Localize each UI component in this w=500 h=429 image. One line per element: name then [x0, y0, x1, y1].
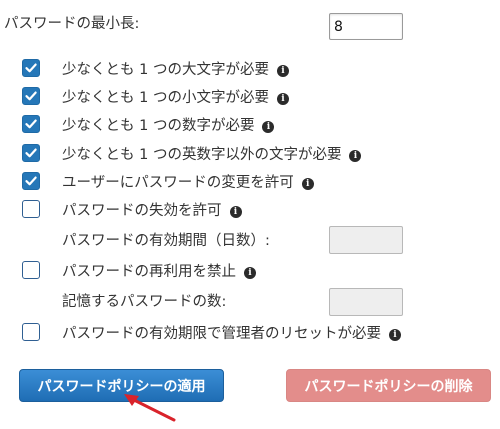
info-icon[interactable]: i [389, 328, 401, 341]
checkmark-icon [25, 63, 37, 73]
rule-symbol-checkbox[interactable] [22, 144, 40, 162]
info-icon[interactable]: i [229, 205, 242, 218]
rule-symbol-label: 少なくとも 1 つの英数字以外の文字が必要 i [62, 143, 362, 164]
info-icon[interactable]: i [276, 64, 289, 77]
rule-uppercase-checkbox[interactable] [22, 59, 40, 77]
rule-number-checkbox[interactable] [22, 115, 40, 133]
min-length-label: パスワードの最小長: [4, 16, 140, 32]
info-icon[interactable]: i [301, 177, 314, 190]
info-icon[interactable]: i [349, 149, 362, 162]
checkmark-icon [25, 91, 37, 101]
delete-policy-button[interactable]: パスワードポリシーの削除 [286, 369, 491, 402]
rule-allow-change-checkbox[interactable] [22, 172, 40, 190]
min-length-input[interactable] [329, 13, 403, 40]
password-policy-form: パスワードの最小長: 少なくとも 1 つの大文字が必要i 少なくとも 1 つの小… [0, 0, 500, 429]
checkmark-icon [25, 176, 37, 186]
rule-admin-reset-label: パスワードの有効期限で管理者のリセットが必要 i [62, 322, 401, 343]
remember-count-input[interactable] [329, 288, 403, 316]
checkmark-icon [25, 119, 37, 129]
expiration-period-label: パスワードの有効期間（日数）: [62, 233, 270, 249]
rule-expiration-checkbox[interactable] [22, 200, 40, 218]
rule-prevent-reuse-checkbox[interactable] [22, 261, 40, 279]
rule-allow-change-label: ユーザーにパスワードの変更を許可 i [62, 171, 314, 192]
rule-uppercase-label: 少なくとも 1 つの大文字が必要 i [62, 58, 289, 79]
rule-prevent-reuse-label: パスワードの再利用を禁止 i [62, 260, 256, 281]
info-icon[interactable]: i [262, 120, 275, 133]
rule-lowercase-label: 少なくとも 1 つの小文字が必要 i [62, 86, 289, 107]
rule-expiration-label: パスワードの失効を許可 i [62, 199, 242, 220]
rule-number-label: 少なくとも 1 つの数字が必要 i [62, 114, 275, 135]
expiration-period-input[interactable] [329, 226, 403, 254]
remember-count-label: 記憶するパスワードの数: [62, 294, 227, 310]
rule-lowercase-checkbox[interactable] [22, 87, 40, 105]
checkmark-icon [25, 148, 37, 158]
info-icon[interactable]: i [276, 92, 289, 105]
red-arrow-icon [124, 394, 176, 422]
rule-admin-reset-checkbox[interactable] [22, 323, 40, 341]
info-icon[interactable]: i [244, 266, 256, 279]
